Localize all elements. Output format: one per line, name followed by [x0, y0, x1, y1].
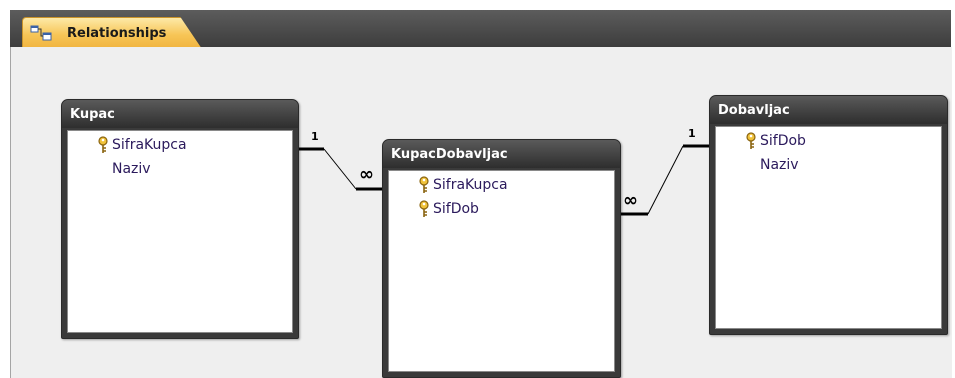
table-kupac[interactable]: Kupac SifraKupca Naziv	[61, 99, 299, 339]
primary-key-icon	[746, 132, 756, 149]
relationships-icon	[30, 25, 52, 41]
primary-key-icon	[419, 200, 429, 217]
table-kupacdobavljac[interactable]: KupacDobavljac SifraKupca SifDob	[382, 139, 621, 378]
field-list: SifDob Naziv	[715, 126, 942, 329]
tab-label: Relationships	[67, 26, 167, 41]
field-sifdob[interactable]: SifDob	[760, 129, 806, 153]
field-sifrakupca[interactable]: SifraKupca	[433, 173, 508, 197]
primary-key-icon	[419, 176, 429, 193]
table-title[interactable]: Dobavljac	[710, 96, 947, 124]
field-list: SifraKupca SifDob	[388, 170, 615, 372]
field-naziv[interactable]: Naziv	[760, 153, 799, 177]
relationships-tab[interactable]: Relationships	[22, 17, 202, 49]
field-naziv[interactable]: Naziv	[112, 157, 151, 181]
table-title[interactable]: KupacDobavljac	[383, 140, 620, 168]
field-sifrakupca[interactable]: SifraKupca	[112, 133, 187, 157]
relationships-canvas[interactable]: 1 ∞ 1 ∞ Kupac SifraKupca Naziv KupacDoba…	[10, 47, 952, 378]
field-sifdob[interactable]: SifDob	[433, 197, 479, 221]
relationship-one-marker: 1	[311, 130, 319, 143]
table-dobavljac[interactable]: Dobavljac SifDob Naziv	[709, 95, 948, 335]
field-list: SifraKupca Naziv	[67, 130, 293, 333]
document-tab-bar: Relationships	[10, 10, 951, 49]
relationship-many-marker: ∞	[623, 190, 638, 211]
primary-key-icon	[98, 136, 108, 153]
relationship-one-marker: 1	[688, 127, 696, 140]
relationship-many-marker: ∞	[359, 164, 374, 185]
table-title[interactable]: Kupac	[62, 100, 298, 128]
